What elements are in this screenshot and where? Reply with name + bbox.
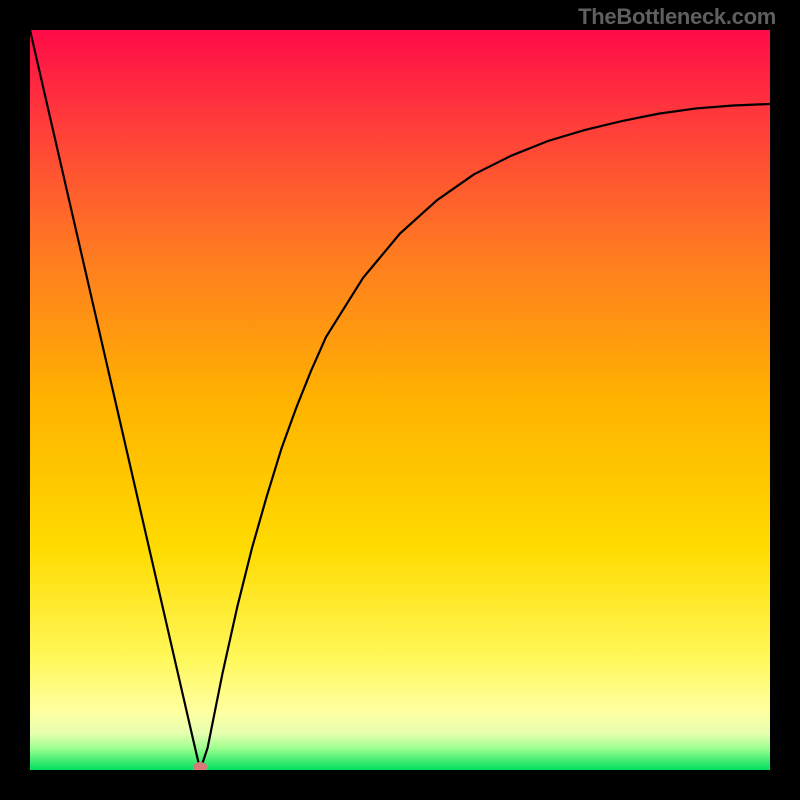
chart-background-gradient: [30, 30, 770, 770]
chart-frame: TheBottleneck.com: [0, 0, 800, 800]
attribution-text: TheBottleneck.com: [578, 4, 776, 30]
bottleneck-chart: [30, 30, 770, 770]
